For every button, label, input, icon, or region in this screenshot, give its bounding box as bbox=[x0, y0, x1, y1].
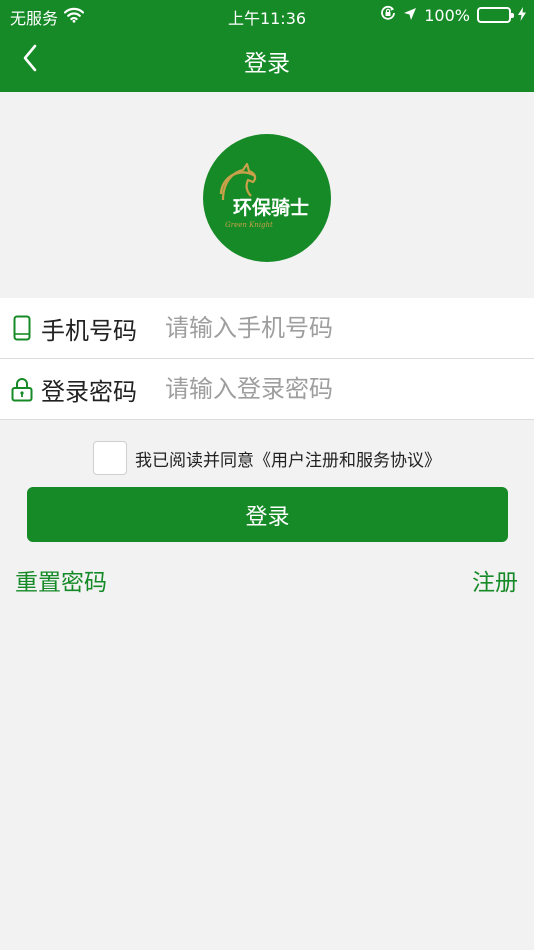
app-logo: 环保骑士 Green Knight bbox=[203, 134, 331, 262]
phone-icon bbox=[11, 313, 33, 343]
lock-icon bbox=[11, 374, 33, 404]
location-icon bbox=[403, 6, 417, 25]
logo-text: 环保骑士 bbox=[233, 196, 309, 219]
register-link[interactable]: 注册 bbox=[472, 563, 518, 597]
password-label: 登录密码 bbox=[41, 377, 137, 406]
divider bbox=[0, 419, 534, 420]
phone-input[interactable] bbox=[165, 314, 505, 342]
knight-horse-logo-icon: 环保骑士 Green Knight bbox=[219, 162, 309, 229]
agreement-row: 我已阅读并同意《用户注册和服务协议》 bbox=[93, 441, 441, 475]
agreement-checkbox[interactable] bbox=[93, 441, 127, 475]
status-bar: 无服务 上午11:36 100% bbox=[0, 0, 534, 30]
login-button[interactable]: 登录 bbox=[27, 487, 508, 542]
password-input[interactable] bbox=[165, 375, 505, 403]
page-title: 登录 bbox=[244, 51, 290, 77]
header: 无服务 上午11:36 100% 登录 bbox=[0, 0, 534, 92]
nav-bar: 登录 bbox=[0, 30, 534, 92]
battery-percent: 100% bbox=[424, 5, 470, 25]
rotation-lock-icon bbox=[380, 5, 396, 25]
battery-icon bbox=[477, 7, 514, 23]
logo-subtext: Green Knight bbox=[225, 221, 273, 229]
phone-row: 手机号码 bbox=[0, 298, 534, 358]
password-row: 登录密码 bbox=[0, 359, 534, 419]
agreement-text[interactable]: 我已阅读并同意《用户注册和服务协议》 bbox=[135, 446, 441, 471]
phone-label: 手机号码 bbox=[41, 316, 137, 345]
reset-password-link[interactable]: 重置密码 bbox=[15, 563, 107, 597]
charging-icon bbox=[518, 6, 526, 25]
